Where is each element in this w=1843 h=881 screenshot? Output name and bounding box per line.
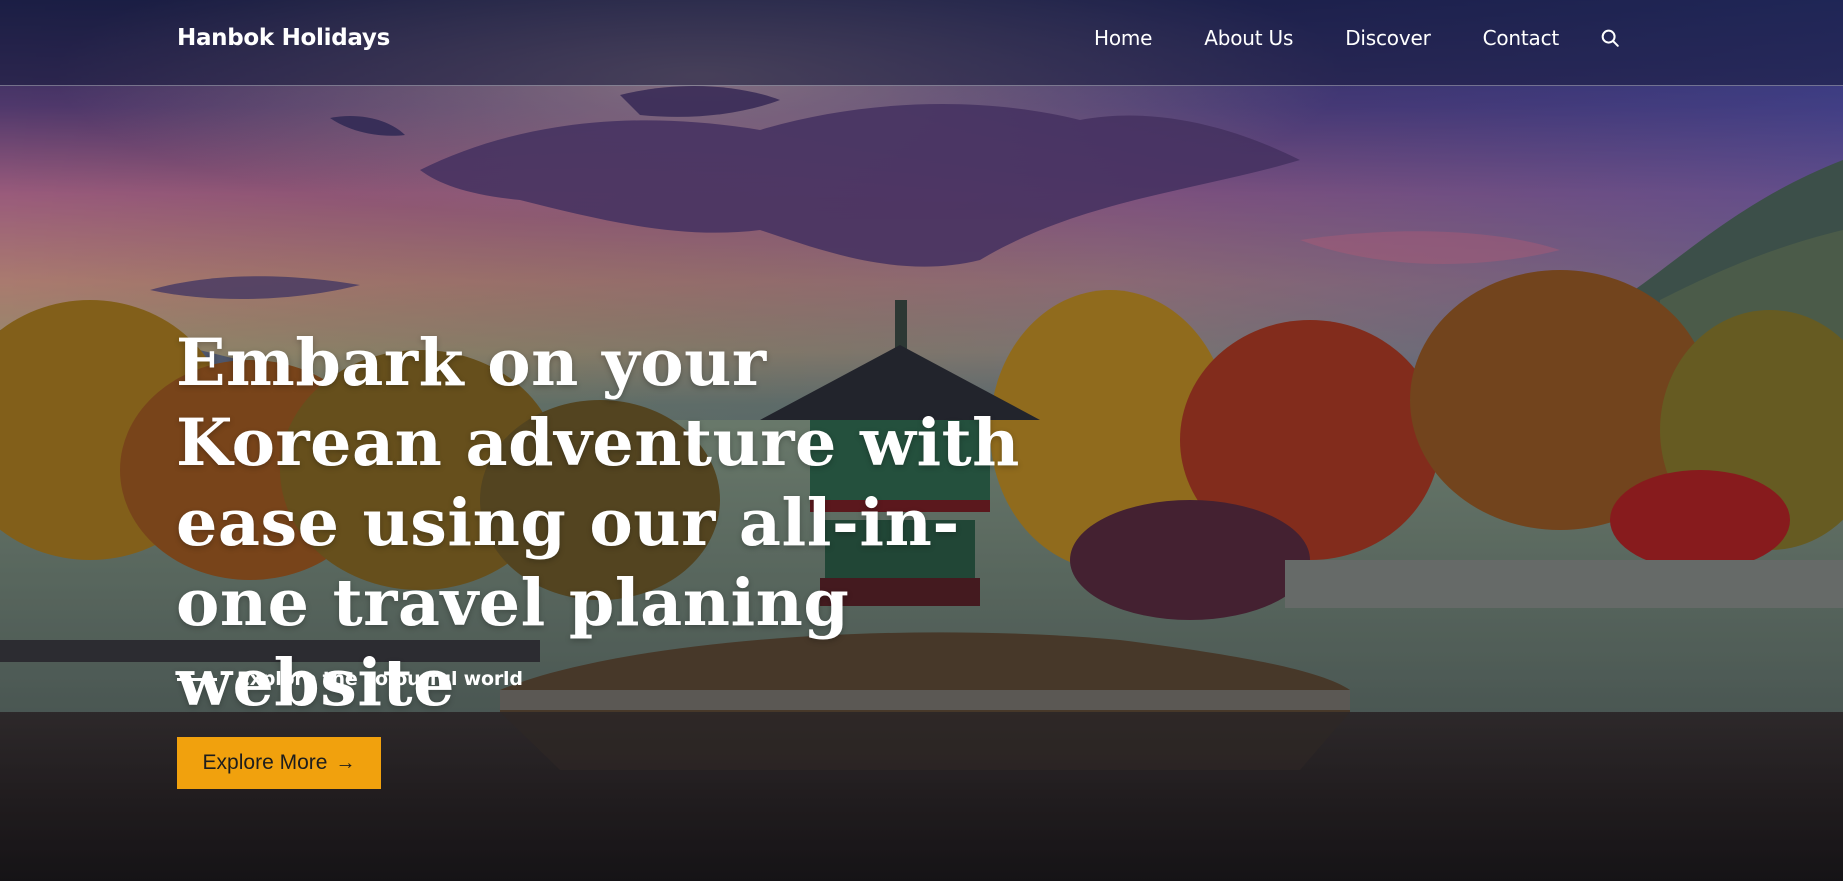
explore-more-label: Explore More (202, 751, 328, 774)
hero-subtitle-text: Explore the colourful world (237, 668, 523, 690)
top-navbar: Hanbok Holidays Home About Us Discover C… (0, 0, 1843, 86)
hero-subtitle: Explore the colourful world (177, 668, 523, 690)
nav-about-link[interactable]: About Us (1204, 20, 1293, 56)
hero-headline: Embark on your Korean adventure with eas… (176, 325, 1020, 721)
main-nav: Home About Us Discover Contact (1094, 20, 1621, 56)
nav-contact-link[interactable]: Contact (1483, 20, 1560, 56)
subtitle-divider-line (177, 677, 217, 681)
arrow-right-icon: → (335, 752, 356, 774)
explore-more-button[interactable]: Explore More → (177, 737, 381, 789)
search-icon[interactable] (1599, 27, 1621, 49)
nav-home-link[interactable]: Home (1094, 20, 1152, 56)
nav-discover-link[interactable]: Discover (1345, 20, 1431, 56)
brand-logo[interactable]: Hanbok Holidays (177, 20, 390, 56)
